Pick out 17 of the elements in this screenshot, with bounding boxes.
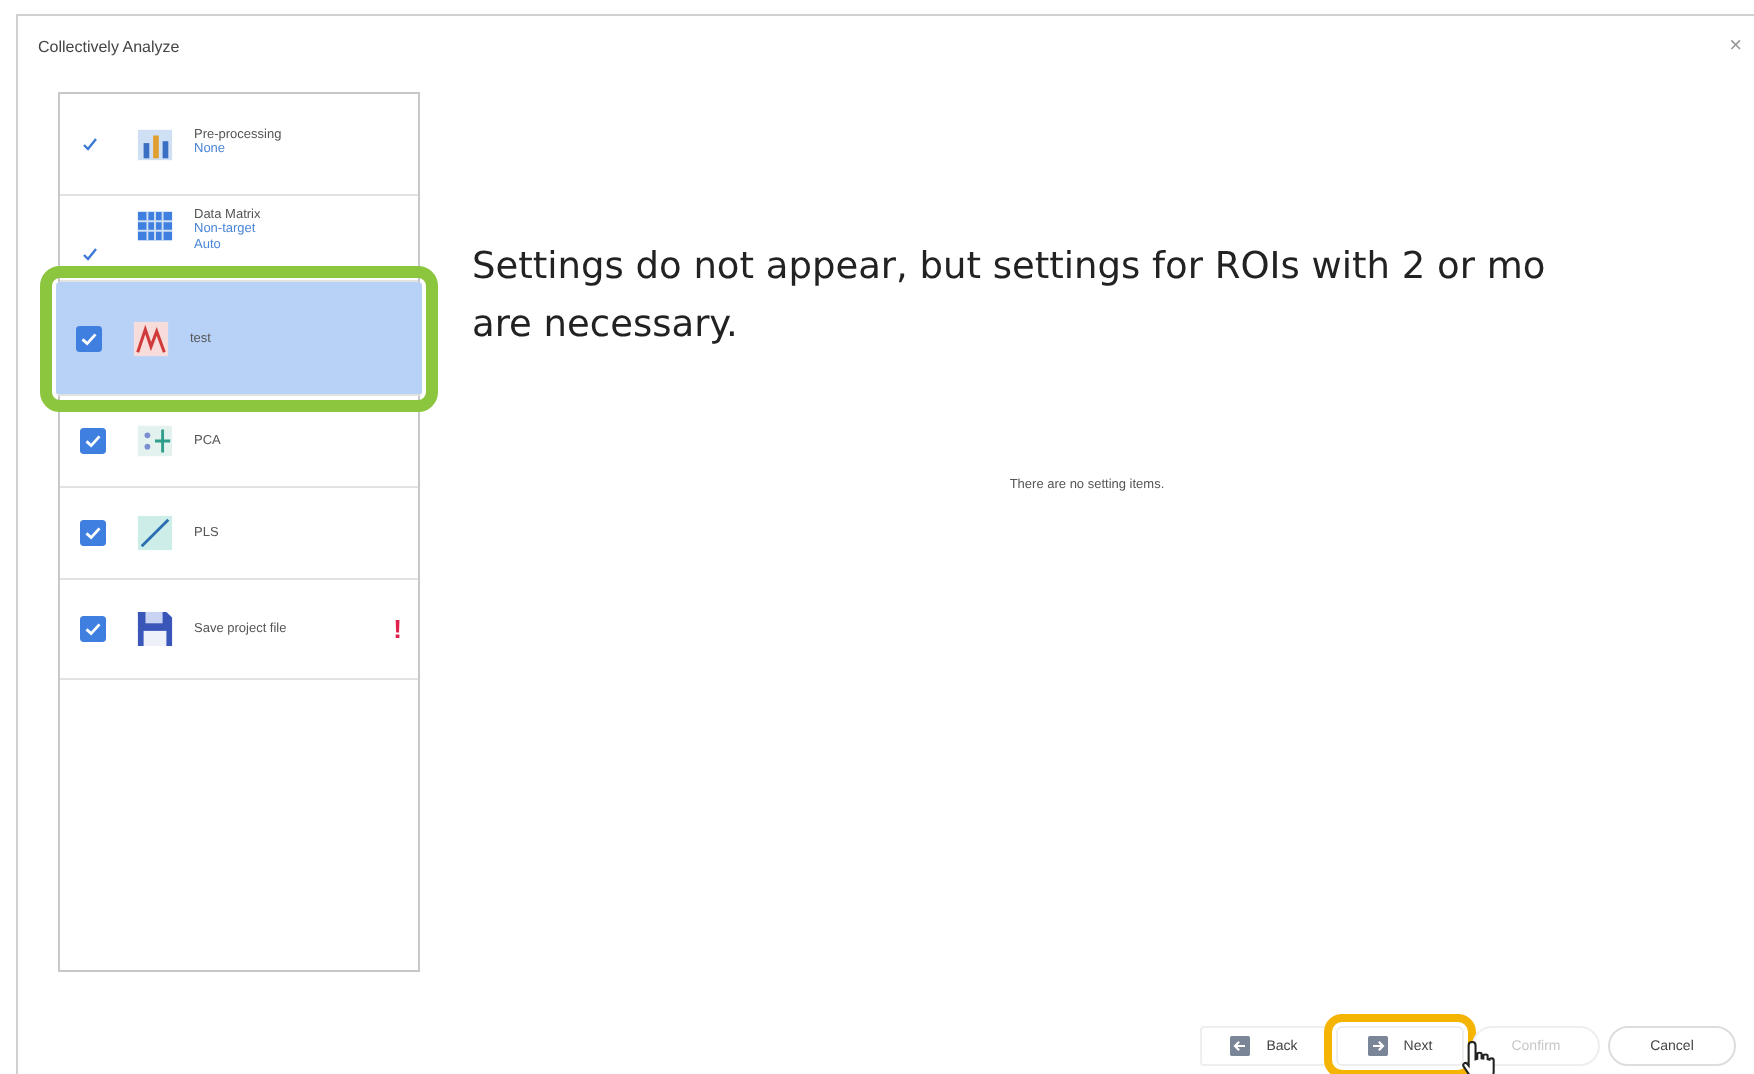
window-title: Collectively Analyze xyxy=(38,37,180,55)
warning-mark: ! xyxy=(393,614,402,644)
checkbox[interactable] xyxy=(80,428,106,454)
arrow-right-icon xyxy=(1367,1036,1388,1056)
check-icon xyxy=(80,244,100,264)
chart-icon xyxy=(132,319,170,357)
chart-icon xyxy=(136,514,174,552)
table-icon xyxy=(136,208,174,246)
arrow-left-icon xyxy=(1230,1036,1251,1056)
checkbox[interactable] xyxy=(80,520,106,546)
chart-icon xyxy=(136,422,174,460)
checkbox[interactable] xyxy=(80,616,106,642)
check-icon xyxy=(80,134,100,154)
annotation-text: are necessary. xyxy=(472,302,740,350)
chart-icon xyxy=(136,125,174,163)
annotation-text: Settings do not appear, but settings for ROIs with 2 or mo xyxy=(472,244,1548,292)
checkbox[interactable] xyxy=(76,325,102,351)
